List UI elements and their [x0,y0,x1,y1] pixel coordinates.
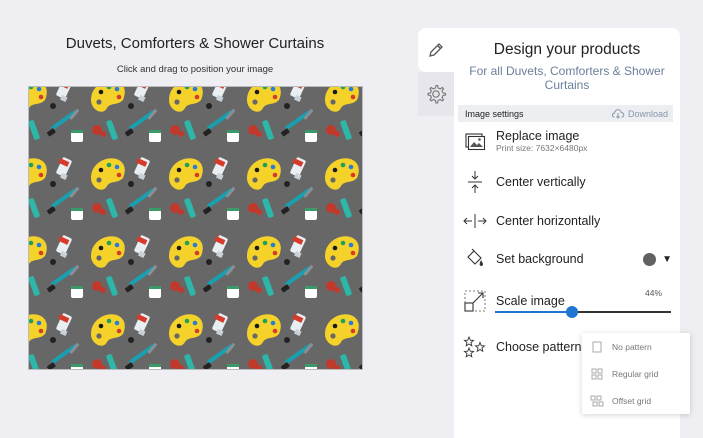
regular-grid-icon [582,368,612,380]
image-settings-label: Image settings [465,108,524,119]
scale-slider-handle[interactable] [566,306,579,318]
pattern-option-regular[interactable]: Regular grid [582,360,690,387]
center-vertically-row[interactable]: Center vertically [462,169,672,195]
pattern-option-offset-label: Offset grid [612,395,652,406]
background-color-swatch[interactable] [643,252,657,266]
set-background-row[interactable]: Set background ▼ [462,246,672,272]
download-button[interactable]: Download [611,108,673,119]
panel-subtitle: For all Duvets, Comforters & Shower Curt… [469,64,665,92]
set-background-label: Set background [496,252,584,266]
chevron-down-icon[interactable]: ▼ [662,254,672,265]
tab-settings[interactable] [418,72,454,116]
center-vertical-icon [462,169,488,195]
tab-design[interactable] [418,28,454,72]
drag-hint: Click and drag to position your image [116,64,274,75]
no-pattern-icon [582,341,612,353]
pattern-option-regular-label: Regular grid [612,368,659,379]
replace-image-row[interactable]: Replace image Print size: 7632×6480px [462,128,672,154]
cloud-download-icon [611,109,625,119]
paint-bucket-icon [462,246,488,272]
pattern-option-none-label: No pattern [612,341,652,352]
pattern-stars-icon [462,334,488,360]
design-area: Duvets, Comforters & Shower Curtains Cli… [0,0,395,433]
print-size: Print size: 7632×6480px [496,143,588,153]
pencil-icon [429,43,443,57]
scale-icon [462,288,488,314]
product-title: Duvets, Comforters & Shower Curtains [65,35,325,52]
download-label: Download [627,108,668,119]
pattern-option-none[interactable]: No pattern [582,333,690,360]
gear-icon [427,84,447,104]
pattern-dropdown: No pattern Regular grid Offset grid [582,333,690,414]
pattern-preview[interactable] [29,87,362,369]
side-tabs [418,28,454,116]
image-settings-bar: Image settings Download [458,105,673,122]
center-vertically-label: Center vertically [496,175,586,189]
scale-slider[interactable] [495,306,671,318]
choose-pattern-label: Choose pattern [496,340,582,354]
scale-slider-fill [495,311,573,313]
offset-grid-icon [582,395,612,407]
center-horizontally-row[interactable]: Center horizontally [462,208,672,234]
design-canvas[interactable] [28,86,363,370]
center-horizontally-label: Center horizontally [496,214,601,228]
center-horizontal-icon [462,208,488,234]
scale-percent: 44% [645,288,663,298]
scale-image-label: Scale image [496,294,565,308]
pattern-option-offset[interactable]: Offset grid [582,387,690,414]
panel-title: Design your products [493,41,641,58]
replace-image-label: Replace image [496,129,580,143]
image-icon [462,128,488,154]
